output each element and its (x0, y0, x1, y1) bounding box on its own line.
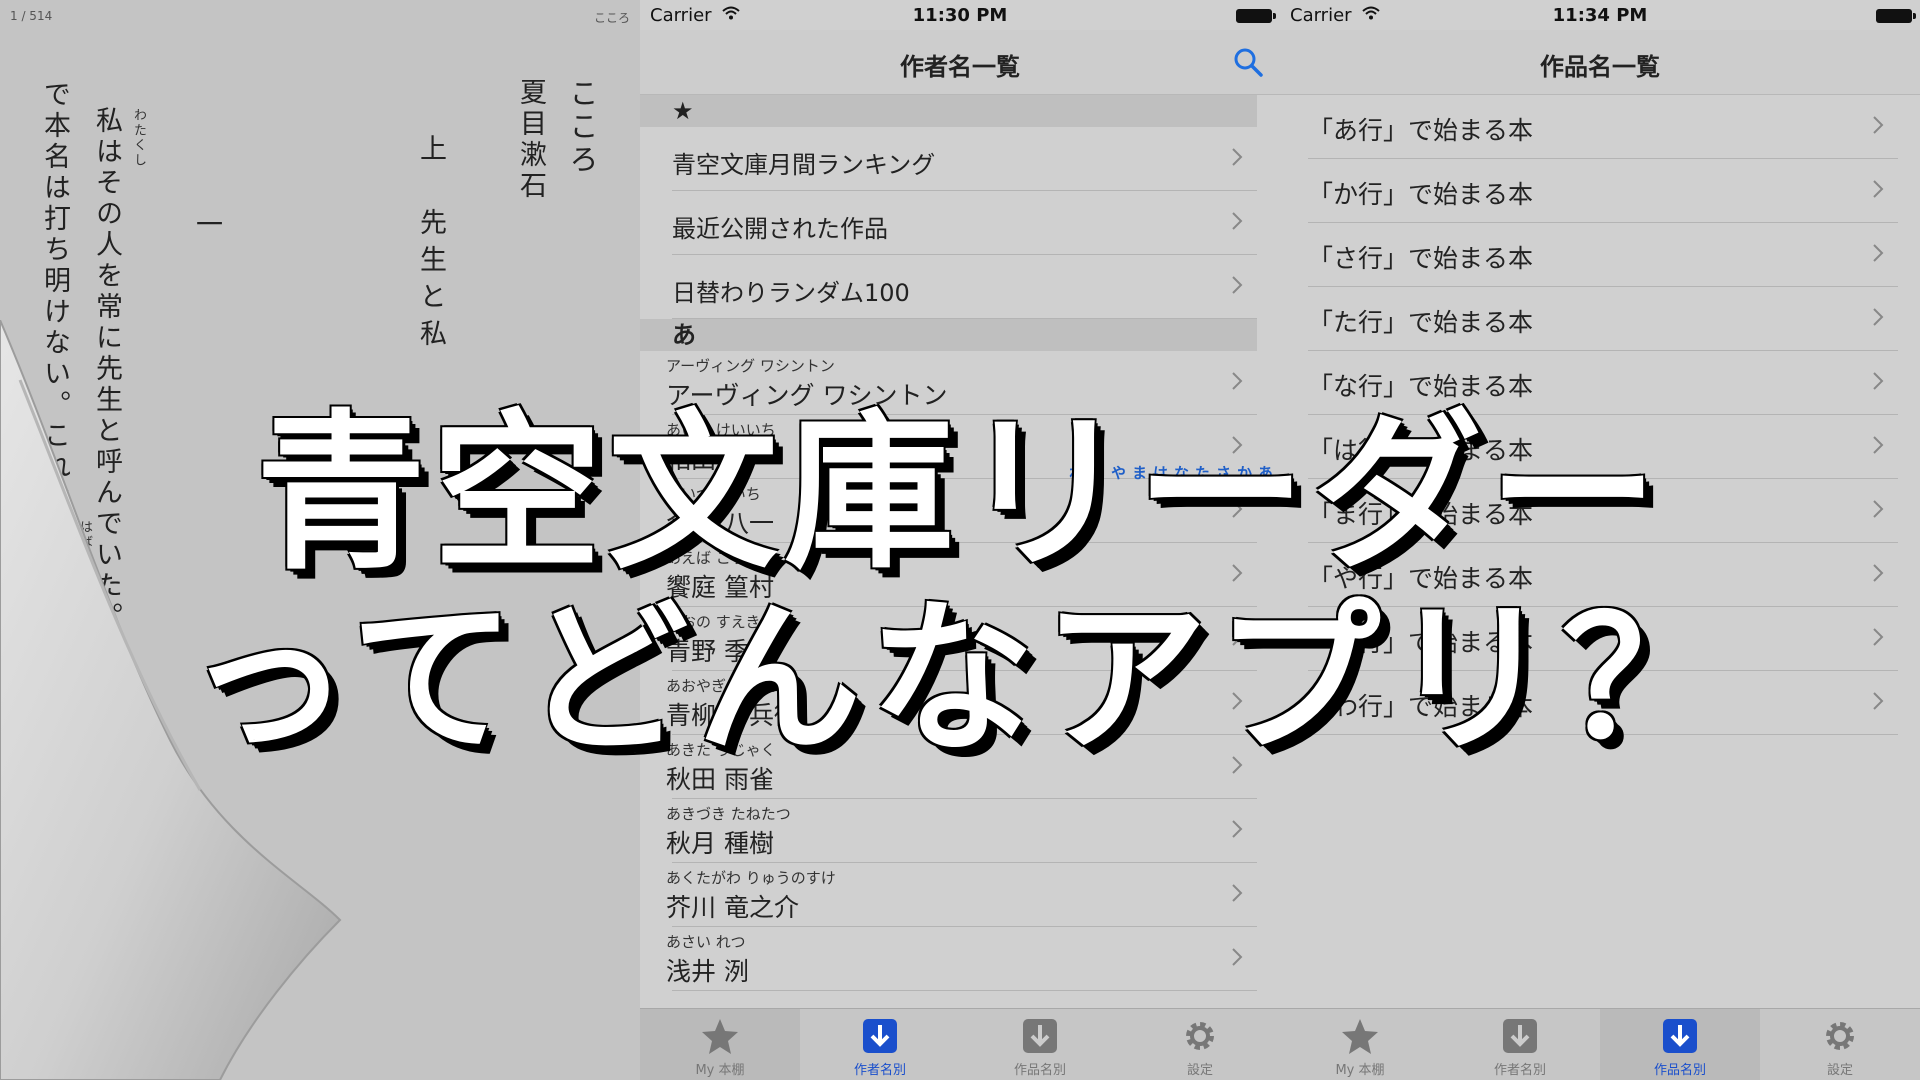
download-icon (1503, 1019, 1537, 1053)
chevron-right-icon (1232, 212, 1243, 230)
page-indicator: 1 / 514 (10, 9, 53, 23)
text-column: それに肝心の当人 (39, 800, 70, 1048)
tab-settings[interactable]: 設定 (1120, 1009, 1280, 1080)
list-item[interactable]: 「か行」で始まる本 (1308, 159, 1898, 223)
battery-icon (1236, 9, 1276, 23)
chevron-right-icon (1232, 148, 1243, 166)
search-icon[interactable] (1232, 46, 1264, 78)
chevron-right-icon (1232, 884, 1243, 902)
nav-bar: 作品名一覧 (1280, 30, 1920, 95)
status-bar: Carrier 11:30 PM (640, 0, 1280, 30)
author-row[interactable]: あくたがわ りゅうのすけ 芥川 竜之介 (666, 863, 1257, 927)
list-item-label: 最近公開された作品 (672, 215, 888, 243)
download-icon (1663, 1019, 1697, 1053)
chevron-right-icon (1873, 244, 1884, 262)
list-item-label: 青空文庫月間ランキング (672, 151, 936, 179)
tab-by-author[interactable]: 作者名別 (800, 1009, 960, 1080)
chapter-title: 上 先生と私 (415, 134, 446, 356)
tab-label: 設定 (1186, 1063, 1213, 1078)
author-kana: あくたがわ りゅうのすけ (666, 869, 836, 887)
reader-status-bar: 1 / 514 こころ (0, 0, 640, 30)
ruby-annotation: わたくし (131, 108, 146, 168)
download-icon (1023, 1019, 1057, 1053)
list-item[interactable]: 「さ行」で始まる本 (1308, 223, 1898, 287)
book-author: 夏目漱石 (515, 78, 546, 202)
list-item-label: 「あ行」で始まる本 (1308, 116, 1534, 145)
gear-icon (1826, 1022, 1854, 1050)
headline-line-2: ってどんなアプリ？ (185, 583, 1735, 775)
download-icon (863, 1019, 897, 1053)
clock: 11:30 PM (912, 5, 1008, 26)
author-kana: あさい れつ (666, 933, 746, 951)
list-item-label: 日替わりランダム100 (672, 279, 910, 307)
tab-bar: My 本棚 作者名別 作品名別 設定 (1280, 1008, 1920, 1080)
section-header-a: あ (640, 319, 1257, 351)
chevron-right-icon (1873, 308, 1884, 326)
tab-label: 作者名別 (853, 1063, 906, 1078)
tab-label: 作品名別 (1653, 1063, 1706, 1078)
author-row[interactable]: あきづき たねたつ 秋月 種樹 (666, 799, 1257, 863)
tab-by-title[interactable]: 作品名別 (1600, 1009, 1760, 1080)
book-short-title: こころ (593, 11, 630, 25)
list-item-label: 「た行」で始まる本 (1308, 308, 1534, 337)
status-bar: Carrier 11:34 PM (1280, 0, 1920, 30)
tab-label: 設定 (1826, 1063, 1853, 1078)
tab-label: My 本棚 (1335, 1063, 1385, 1078)
chevron-right-icon (1873, 116, 1884, 134)
list-item[interactable]: 「た行」で始まる本 (1308, 287, 1898, 351)
text-column: 取った。 (207, 890, 238, 1014)
star-icon (1342, 1019, 1378, 1054)
tab-bar: My 本棚 作者名別 作品名別 設定 (640, 1008, 1280, 1080)
clock: 11:34 PM (1552, 5, 1648, 26)
section-header-favorites: ★ (640, 95, 1257, 127)
chevron-right-icon (1232, 276, 1243, 294)
tab-settings[interactable]: 設定 (1760, 1009, 1920, 1080)
ruby-annotation: かんじん (75, 880, 90, 940)
author-row[interactable]: あさい れつ 浅井 洌 (666, 927, 1257, 991)
tab-by-title[interactable]: 作品名別 (960, 1009, 1120, 1080)
tab-label: My 本棚 (695, 1063, 745, 1078)
section-number: 一 (191, 210, 222, 241)
text-column: 婚を強いられていた。 (91, 790, 122, 1080)
author-name: 芥川 竜之介 (666, 893, 799, 922)
tab-by-author[interactable]: 作者名別 (1440, 1009, 1600, 1080)
nav-bar: 作者名一覧 (640, 30, 1280, 95)
chevron-right-icon (1232, 820, 1243, 838)
tab-label: 作品名別 (1013, 1063, 1066, 1078)
tab-my-bookshelf[interactable]: My 本棚 (1280, 1009, 1440, 1080)
list-item-label: 「さ行」で始まる本 (1308, 244, 1534, 273)
author-name: 秋月 種樹 (666, 829, 774, 858)
star-icon (702, 1019, 738, 1054)
text-column: れを信じなかった。彼は (151, 790, 182, 1080)
tab-label: 作者名別 (1493, 1063, 1546, 1078)
author-kana: あきづき たねたつ (666, 805, 791, 823)
nav-title: 作者名一覧 (900, 53, 1020, 81)
list-item[interactable]: 「あ行」で始まる本 (1308, 95, 1898, 159)
list-item-recent[interactable]: 最近公開された作品 (672, 191, 1257, 255)
nav-title: 作品名一覧 (1540, 53, 1660, 81)
list-item-label: 「か行」で始まる本 (1308, 180, 1534, 209)
author-name: 浅井 洌 (666, 957, 749, 986)
gear-icon (1186, 1022, 1214, 1050)
list-item-random[interactable]: 日替わりランダム100 (672, 255, 1257, 319)
chevron-right-icon (1232, 948, 1243, 966)
battery-icon (1876, 9, 1916, 23)
tab-my-bookshelf[interactable]: My 本棚 (640, 1009, 800, 1080)
book-title: こころ (565, 78, 599, 177)
chevron-right-icon (1873, 180, 1884, 198)
list-item-ranking[interactable]: 青空文庫月間ランキング (672, 127, 1257, 191)
